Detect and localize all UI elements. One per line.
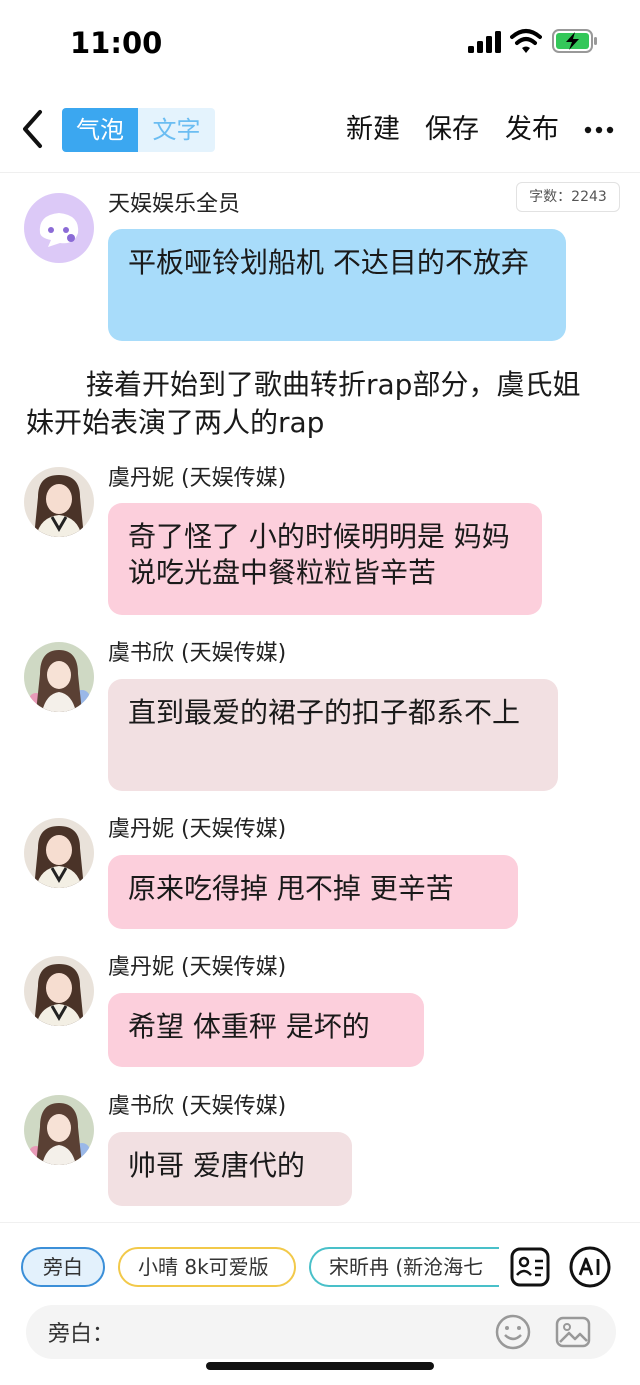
- message-bubble[interactable]: 希望 体重秤 是坏的: [108, 993, 424, 1067]
- message-bubble[interactable]: 平板哑铃划船机 不达目的不放弃: [108, 229, 566, 341]
- sender-name: 虞丹妮 (天娱传媒): [108, 466, 287, 491]
- top-nav-bar: 气泡 文字 新建 保存 发布: [0, 100, 640, 160]
- message-bubble[interactable]: 帅哥 爱唐代的: [108, 1132, 352, 1206]
- wifi-icon: [510, 29, 542, 53]
- new-button[interactable]: 新建: [346, 110, 400, 150]
- bottom-input-panel: 旁白 小晴 8k可爱版 宋昕冉 (新沧海七 旁白：: [0, 1222, 640, 1385]
- avatar[interactable]: [24, 956, 94, 1026]
- ai-icon[interactable]: [568, 1245, 612, 1289]
- message-bubble[interactable]: 直到最爱的裙子的扣子都系不上: [108, 679, 558, 791]
- profile-photo-icon: [24, 642, 94, 712]
- avatar[interactable]: [24, 467, 94, 537]
- role-chip-narration[interactable]: 旁白: [21, 1247, 105, 1287]
- back-icon[interactable]: [18, 108, 48, 150]
- save-button[interactable]: 保存: [425, 110, 479, 150]
- sender-name: 虞丹妮 (天娱传媒): [108, 955, 287, 980]
- nav-divider: [0, 172, 640, 173]
- mode-toggle: 气泡 文字: [62, 108, 215, 152]
- avatar[interactable]: [24, 642, 94, 712]
- home-indicator: [206, 1362, 434, 1370]
- battery-charging-icon: [552, 29, 597, 53]
- message-bubble[interactable]: 奇了怪了 小的时候明明是 妈妈说吃光盘中餐粒粒皆辛苦: [108, 503, 542, 615]
- tab-bubble[interactable]: 气泡: [62, 108, 138, 152]
- sender-name: 天娱娱乐全员: [108, 192, 241, 217]
- ghost-logo-icon: [39, 213, 79, 247]
- role-chip[interactable]: 宋昕冉 (新沧海七: [309, 1247, 499, 1287]
- signal-icon: [468, 31, 501, 53]
- profile-photo-icon: [24, 956, 94, 1026]
- tab-text[interactable]: 文字: [138, 108, 215, 152]
- sender-name: 虞书欣 (天娱传媒): [108, 641, 287, 666]
- profile-photo-icon: [24, 1095, 94, 1165]
- emoji-icon[interactable]: [494, 1313, 532, 1351]
- avatar[interactable]: [24, 818, 94, 888]
- status-bar: 11:00: [0, 0, 640, 84]
- more-icon[interactable]: [584, 110, 614, 150]
- profile-photo-icon: [24, 818, 94, 888]
- narration-text[interactable]: 接着开始到了歌曲转折rap部分，虞氏姐妹开始表演了两人的rap: [26, 366, 606, 442]
- sender-name: 虞丹妮 (天娱传媒): [108, 817, 287, 842]
- publish-button[interactable]: 发布: [505, 110, 559, 150]
- profile-photo-icon: [24, 467, 94, 537]
- input-role-label: 旁白：: [48, 1322, 115, 1347]
- sender-name: 虞书欣 (天娱传媒): [108, 1094, 287, 1119]
- contact-card-icon[interactable]: [508, 1245, 552, 1289]
- status-time: 11:00: [70, 26, 163, 60]
- role-chip[interactable]: 小晴 8k可爱版: [118, 1247, 296, 1287]
- message-bubble[interactable]: 原来吃得掉 甩不掉 更辛苦: [108, 855, 518, 929]
- image-icon[interactable]: [554, 1313, 592, 1351]
- word-count-badge: 字数：2243: [516, 182, 620, 212]
- message-input[interactable]: 旁白：: [26, 1305, 616, 1359]
- avatar[interactable]: [24, 1095, 94, 1165]
- avatar[interactable]: [24, 193, 94, 263]
